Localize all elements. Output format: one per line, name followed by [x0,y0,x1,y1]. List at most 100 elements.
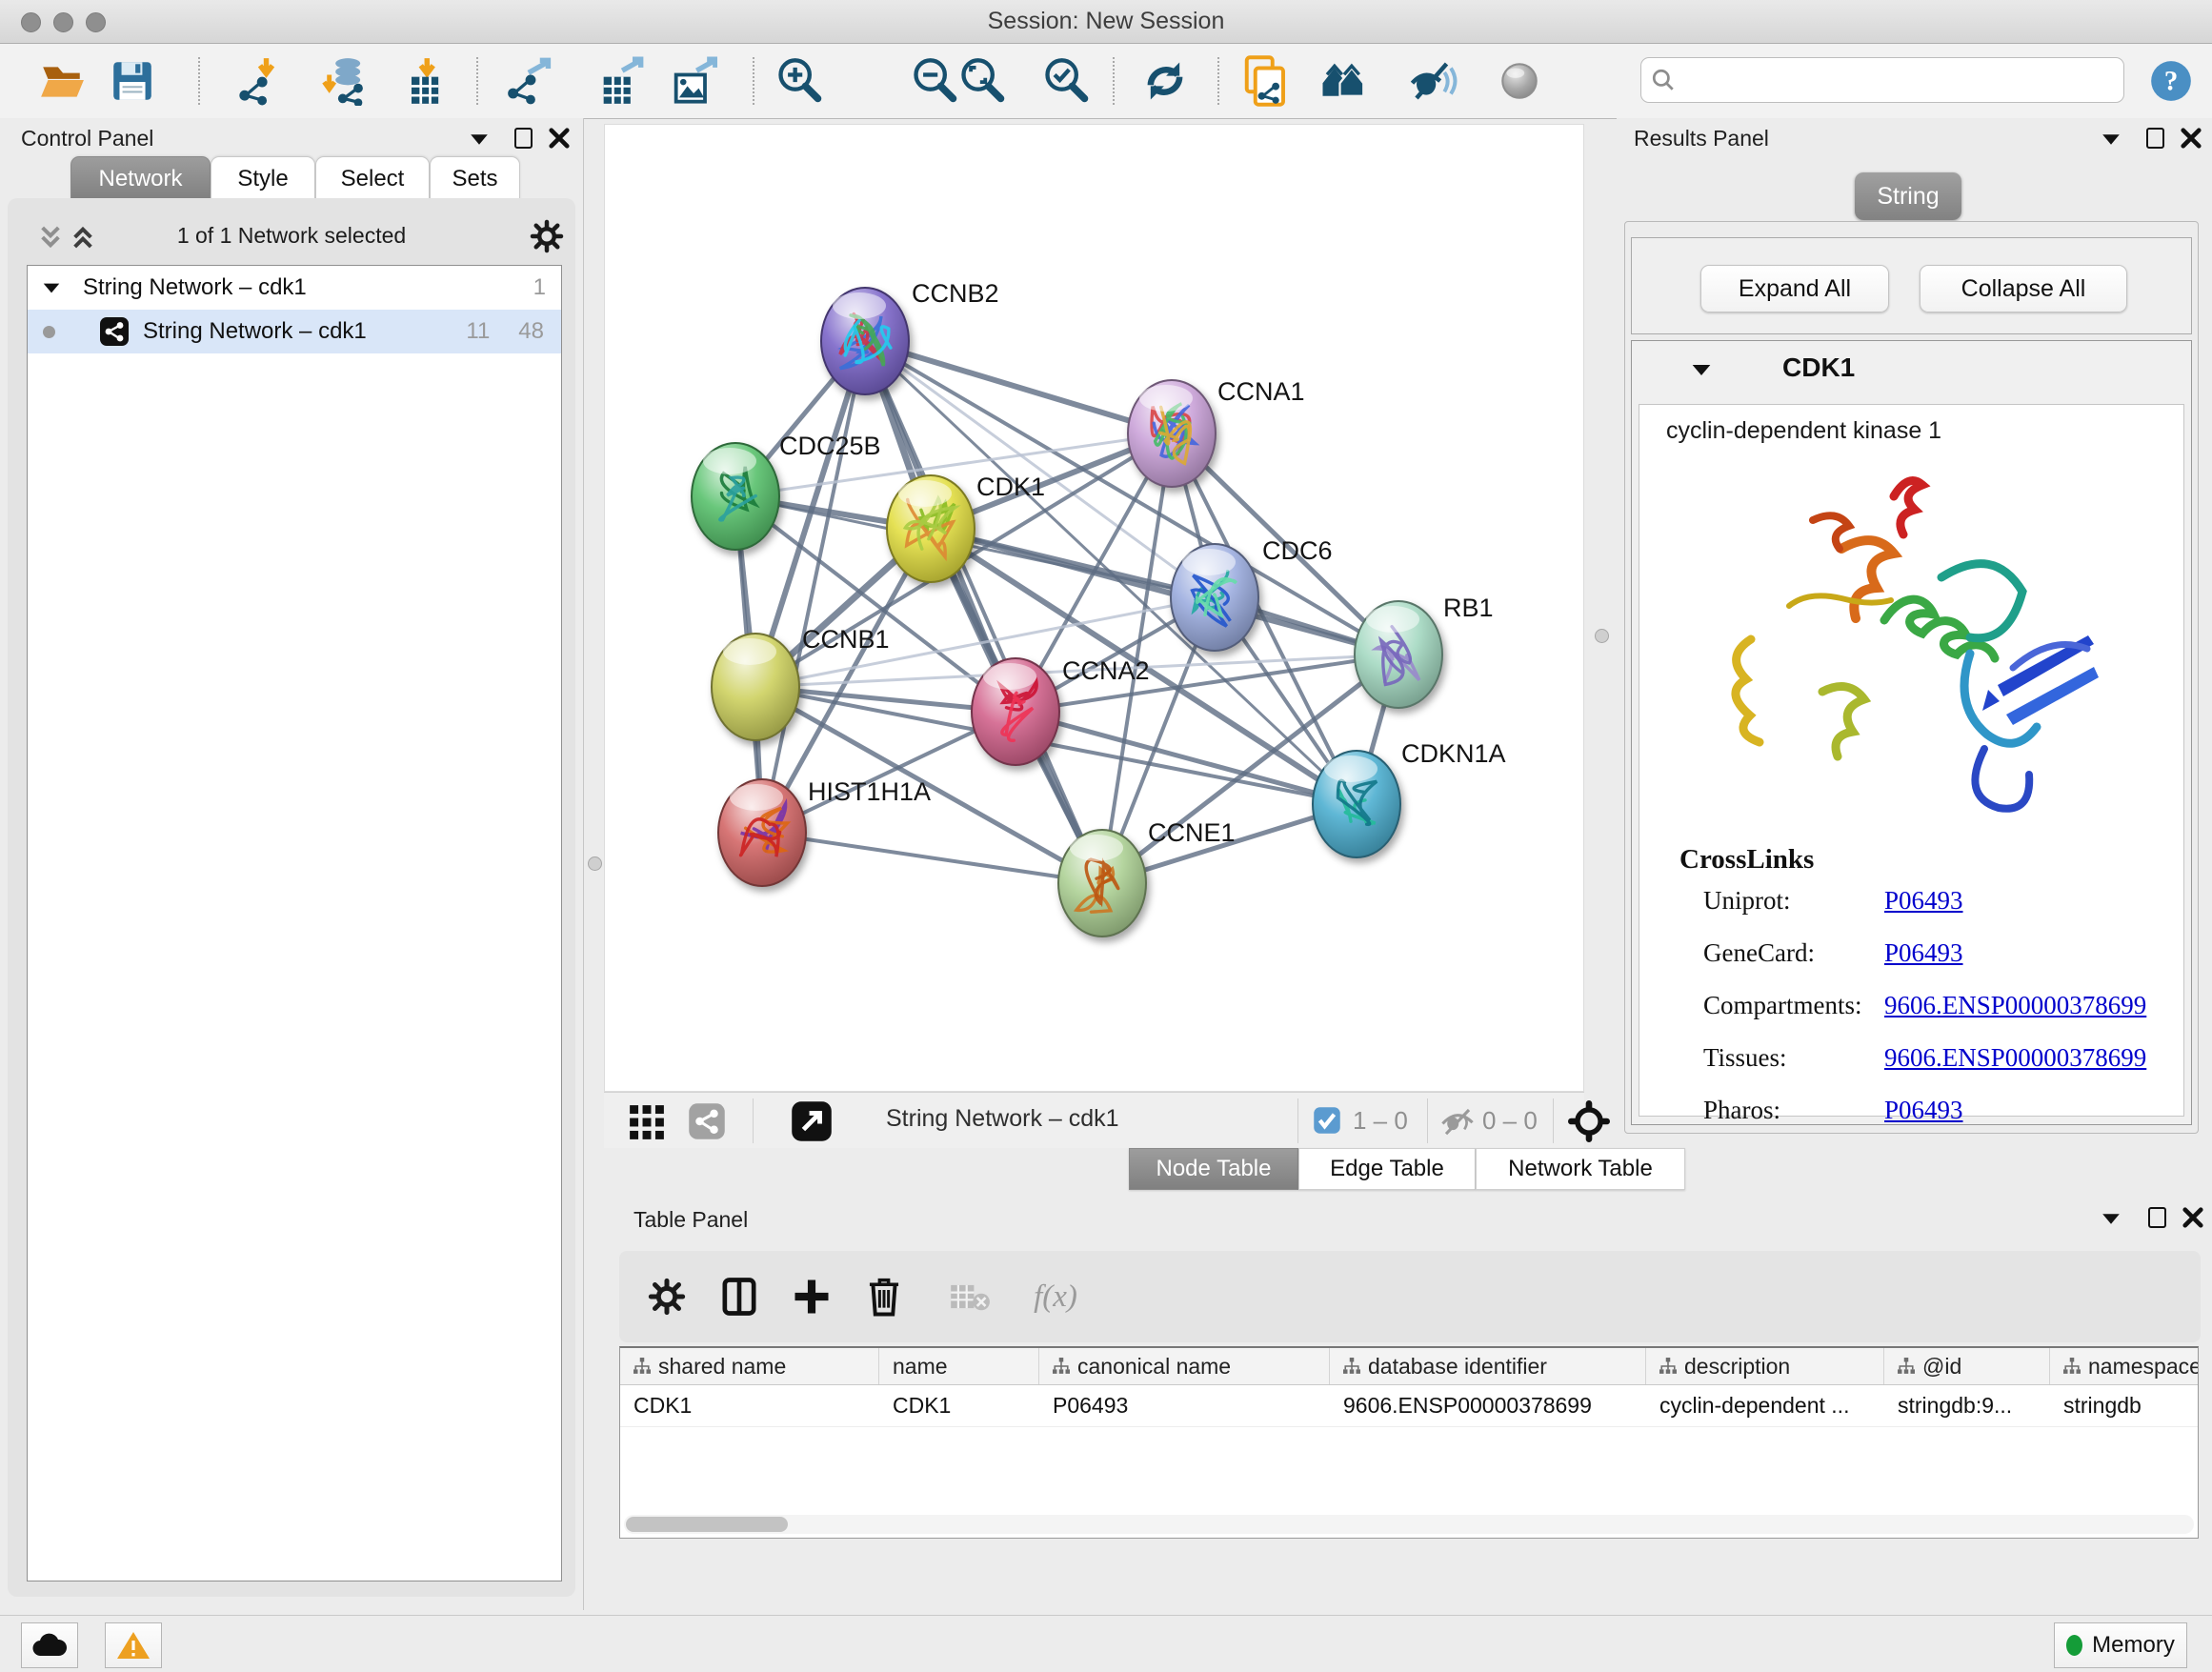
scrollbar-thumb[interactable] [626,1517,788,1532]
node-table[interactable]: shared namenamecanonical namedatabase id… [619,1346,2199,1539]
fullscreen-arrow-icon[interactable] [791,1100,833,1142]
zoom-selected-icon[interactable] [1040,55,1092,107]
control-panel-float-icon[interactable] [514,128,533,149]
node-CDK1[interactable] [887,475,975,582]
import-network-file-icon[interactable] [234,55,286,107]
help-icon[interactable]: ? [2145,55,2197,107]
columns-icon[interactable] [714,1272,764,1321]
cell-namespace[interactable]: stringdb [2050,1384,2199,1426]
node-label-CCNE1: CCNE1 [1148,818,1236,847]
right-splitter-grip[interactable] [1595,629,1609,643]
crosslink-link[interactable]: P06493 [1884,886,1963,916]
cell-database-identifier[interactable]: 9606.ENSP00000378699 [1330,1384,1646,1426]
node-CCNE1[interactable] [1058,830,1146,937]
collapse-all-button[interactable]: Collapse All [1920,265,2127,312]
hide-graphics-details-icon[interactable] [1408,55,1459,107]
table-header-row: shared namenamecanonical namedatabase id… [620,1348,2198,1385]
share-network-icon[interactable] [688,1102,726,1140]
table-panel-menu-icon[interactable] [2101,1213,2122,1230]
first-neighbors-icon[interactable] [1318,55,1370,107]
column-header-name[interactable]: name [879,1348,1039,1384]
crosslink-link[interactable]: P06493 [1884,1096,1963,1125]
table-panel-title: Table Panel [633,1207,748,1233]
column-header-description[interactable]: description [1646,1348,1884,1384]
import-table-icon[interactable] [398,55,450,107]
expand-all-icon[interactable] [69,223,97,252]
open-session-icon[interactable] [36,55,88,107]
table-panel-close-icon[interactable] [2182,1207,2203,1228]
tab-node-table[interactable]: Node Table [1129,1148,1298,1190]
shared-column-icon [1053,1358,1070,1375]
results-panel-float-icon[interactable] [2146,128,2164,149]
column-header--id[interactable]: @id [1884,1348,2050,1384]
protein-description: cyclin-dependent kinase 1 [1666,417,1941,445]
search-input[interactable] [1676,60,2123,100]
node-HIST1H1A[interactable] [718,779,806,886]
cell-description[interactable]: cyclin-dependent ... [1646,1384,1884,1426]
zoom-in-icon[interactable] [774,55,825,107]
node-CDC25B[interactable] [692,443,779,550]
gear-icon[interactable] [530,219,564,253]
results-panel-menu-icon[interactable] [2101,133,2122,151]
control-panel-menu-icon[interactable] [469,133,490,151]
network-row[interactable]: String Network – cdk1 11 48 [28,310,561,353]
tab-network[interactable]: Network [70,156,211,201]
collapse-all-icon[interactable] [36,223,65,252]
gear-icon[interactable] [642,1272,692,1321]
selected-checkbox-icon[interactable] [1313,1106,1341,1135]
fit-content-icon[interactable] [956,55,1008,107]
control-panel-close-icon[interactable] [549,128,570,149]
tab-style[interactable]: Style [211,156,315,201]
node-CDKN1A[interactable] [1313,751,1400,857]
apply-layout-icon[interactable] [1139,55,1191,107]
node-CCNB2[interactable] [821,288,909,394]
memory-button[interactable]: Memory [2054,1622,2187,1668]
export-table-icon[interactable] [594,55,646,107]
birds-eye-view-icon[interactable] [1494,55,1545,107]
network-from-selection-icon[interactable] [1240,55,1292,107]
crosslink-link[interactable]: 9606.ENSP00000378699 [1884,1043,2146,1073]
column-header-namespace[interactable]: namespace [2050,1348,2199,1384]
column-header-canonical-name[interactable]: canonical name [1039,1348,1330,1384]
left-splitter-grip[interactable] [588,856,602,871]
tab-select[interactable]: Select [315,156,430,201]
import-network-database-icon[interactable] [320,55,372,107]
export-image-icon[interactable] [667,55,718,107]
tab-network-table[interactable]: Network Table [1476,1148,1685,1190]
results-panel-close-icon[interactable] [2181,128,2202,149]
node-CDC6[interactable] [1171,544,1258,651]
crosslink-link[interactable]: 9606.ENSP00000378699 [1884,991,2146,1020]
protein-collapse-icon[interactable] [1691,364,1712,381]
delete-icon[interactable] [859,1272,909,1321]
zoom-out-icon[interactable] [909,55,960,107]
grid-view-icon[interactable] [629,1104,665,1140]
export-network-icon[interactable] [505,55,556,107]
network-collection-row[interactable]: String Network – cdk1 1 [28,266,561,310]
fit-selected-crosshair-icon[interactable] [1568,1100,1610,1142]
node-CCNA1[interactable] [1128,380,1216,487]
crosslink-link[interactable]: P06493 [1884,938,1963,968]
expand-all-button[interactable]: Expand All [1700,265,1889,312]
table-row[interactable]: CDK1CDK1P064939606.ENSP00000378699cyclin… [620,1384,2198,1427]
tree-expand-icon[interactable] [44,283,60,292]
node-CCNA2[interactable] [972,658,1059,765]
node-CCNB1[interactable] [712,634,799,740]
table-panel-float-icon[interactable] [2148,1207,2166,1228]
cell-name[interactable]: CDK1 [879,1384,1039,1426]
tab-string[interactable]: String [1855,172,1961,220]
node-RB1[interactable] [1355,601,1442,708]
column-header-database-identifier[interactable]: database identifier [1330,1348,1646,1384]
column-header-shared-name[interactable]: shared name [620,1348,879,1384]
save-session-icon[interactable] [107,55,158,107]
cell-canonical-name[interactable]: P06493 [1039,1384,1330,1426]
tab-edge-table[interactable]: Edge Table [1298,1148,1476,1190]
tab-sets[interactable]: Sets [430,156,520,201]
cell-shared-name[interactable]: CDK1 [620,1384,879,1426]
table-horizontal-scrollbar[interactable] [624,1515,2194,1534]
cell--id[interactable]: stringdb:9... [1884,1384,2050,1426]
network-canvas[interactable]: CCNB2CCNA1CDC25BCDK1CDC6RB1CCNB1CCNA2CDK… [604,124,1584,1092]
protein-structure-image [1699,463,2118,835]
add-column-icon[interactable] [787,1272,836,1321]
warning-icon[interactable] [105,1622,162,1668]
cloud-icon[interactable] [21,1622,78,1668]
